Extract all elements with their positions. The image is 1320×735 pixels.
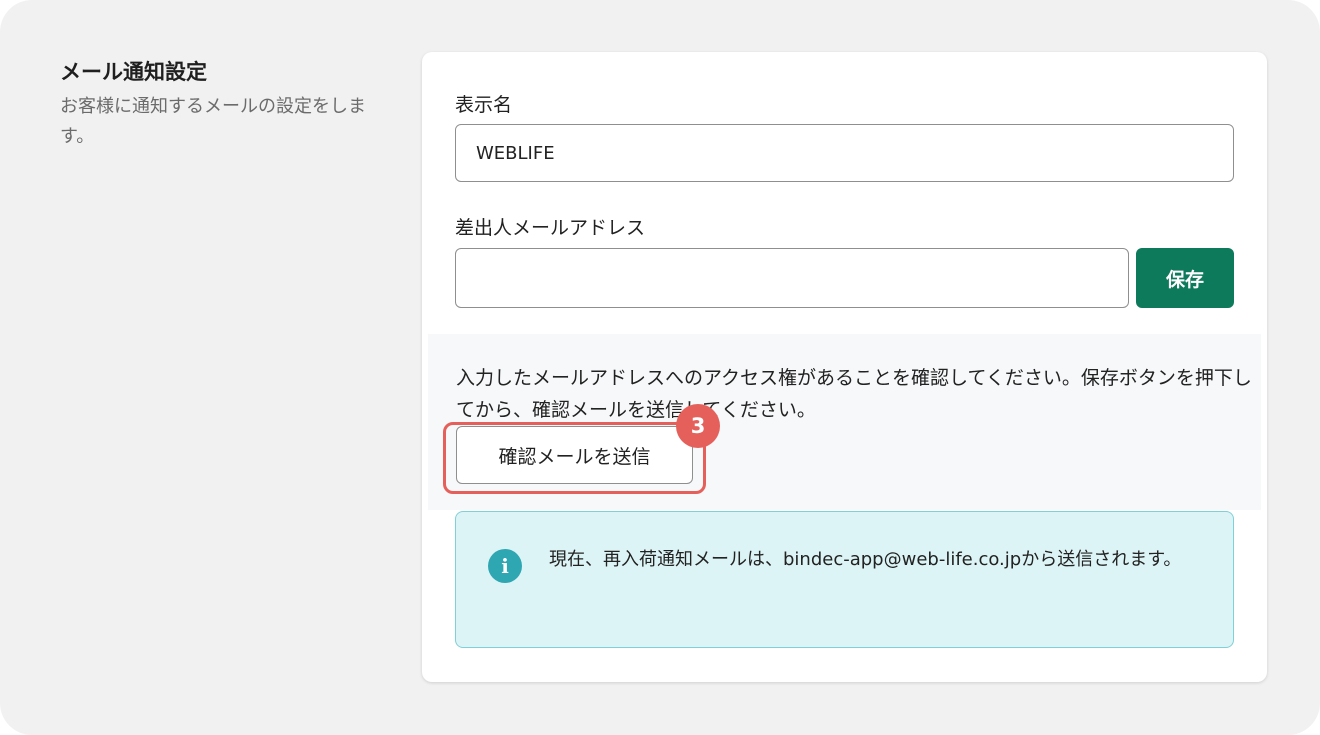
step-number-badge: 3 [676, 404, 720, 448]
screenshot-frame: メール通知設定 お客様に通知するメールの設定をします。 表示名 WEBLIFE … [0, 0, 1320, 735]
sender-email-input[interactable] [455, 248, 1129, 308]
save-button[interactable]: 保存 [1136, 248, 1234, 308]
display-name-label: 表示名 [455, 94, 513, 116]
info-icon: i [488, 549, 522, 583]
display-name-input[interactable]: WEBLIFE [455, 124, 1234, 182]
info-notice-text: 現在、再入荷通知メールは、bindec-app@web-life.co.jpから… [549, 549, 1182, 570]
settings-card: 表示名 WEBLIFE 差出人メールアドレス 保存 入力したメールアドレスへのア… [422, 52, 1267, 682]
step-highlight-outline [443, 422, 706, 494]
section-description: お客様に通知するメールの設定をします。 [60, 96, 366, 147]
section-title: メール通知設定 [60, 60, 207, 84]
sender-email-label: 差出人メールアドレス [455, 217, 646, 239]
info-notice: i 現在、再入荷通知メールは、bindec-app@web-life.co.jp… [455, 511, 1234, 648]
verification-instructions: 入力したメールアドレスへのアクセス権があることを確認してください。保存ボタンを押… [456, 367, 1252, 421]
